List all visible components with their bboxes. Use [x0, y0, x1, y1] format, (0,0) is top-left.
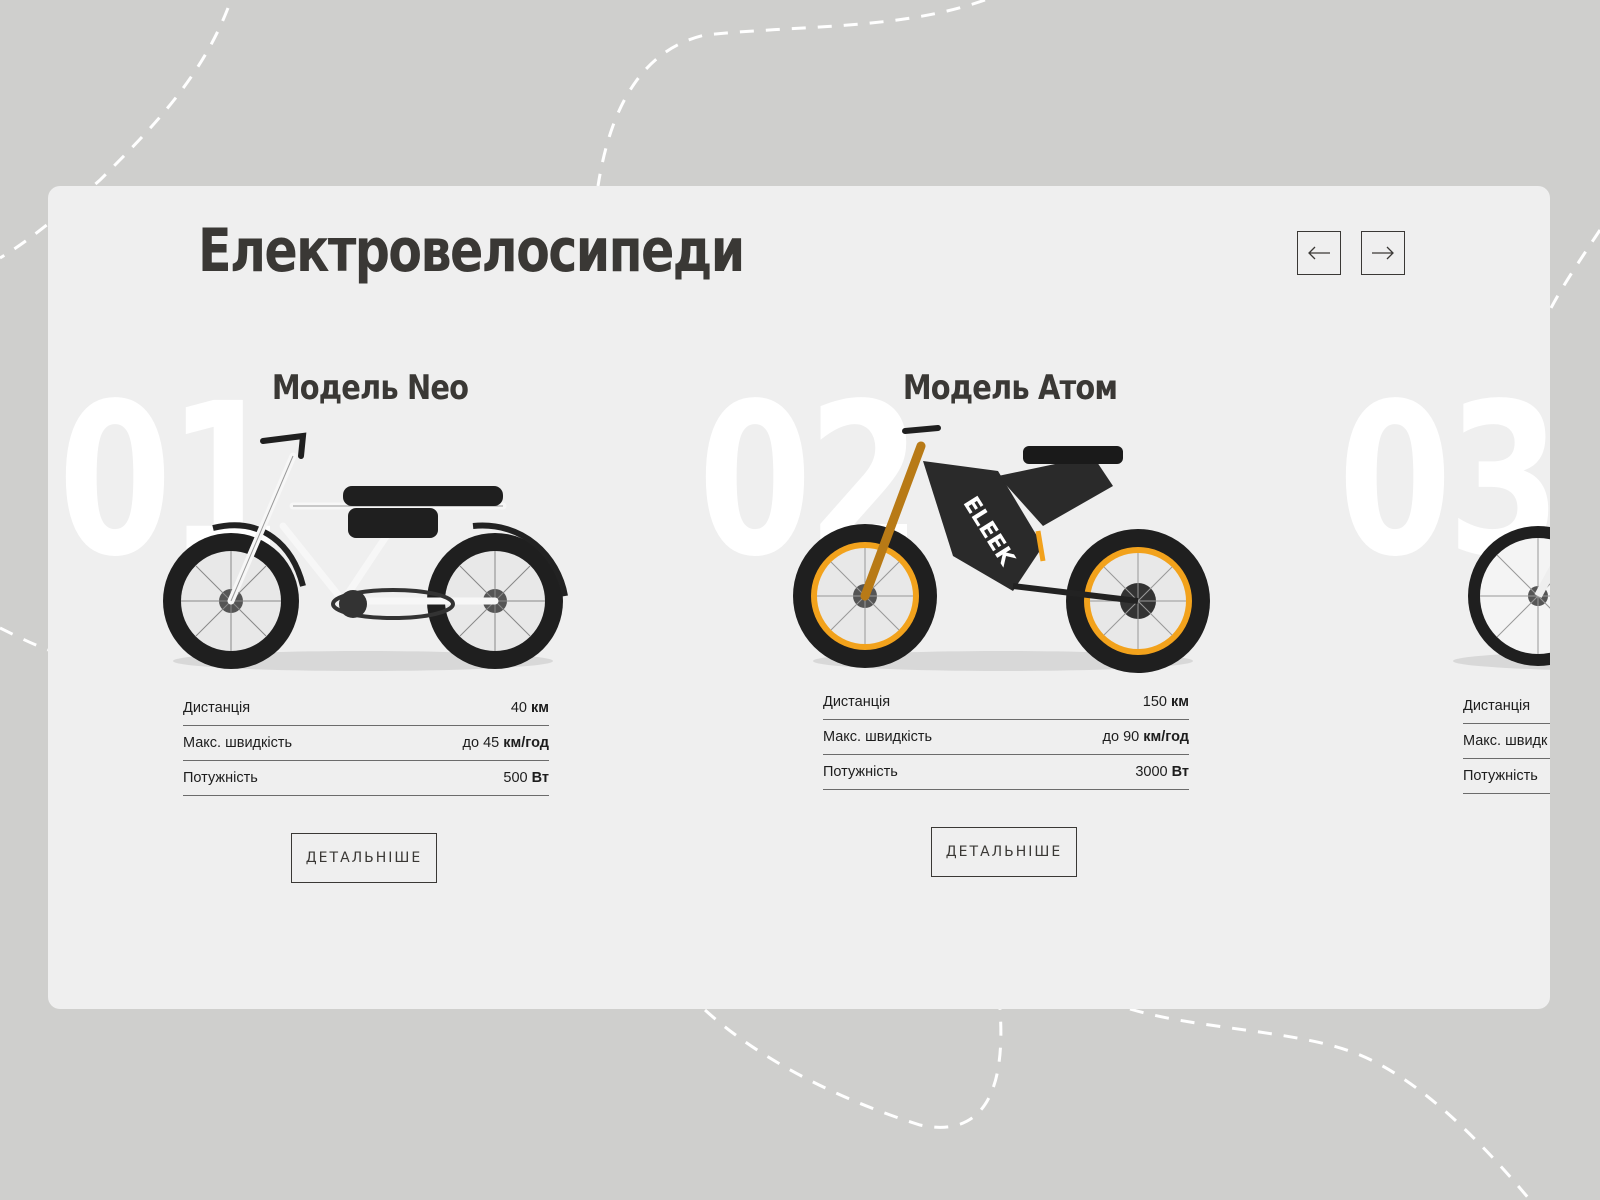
spec-table: Дистанція Макс. швидк Потужність: [1463, 689, 1550, 794]
spec-row-power: Потужність 3000 Вт: [823, 755, 1189, 790]
spec-value: 150: [1142, 694, 1167, 710]
spec-label: Макс. швидкість: [823, 729, 933, 745]
spec-unit: Вт: [1171, 764, 1189, 780]
arrow-right-icon: [1372, 246, 1394, 260]
spec-label: Потужність: [183, 770, 258, 786]
white-ebike-image[interactable]: [153, 416, 573, 676]
details-button[interactable]: ДЕТАЛЬНІШЕ: [931, 827, 1077, 877]
carousel-prev-button[interactable]: [1297, 231, 1341, 275]
spec-label: Макс. швидк: [1463, 733, 1548, 749]
spec-unit: Вт: [531, 770, 549, 786]
spec-unit: км: [1171, 694, 1189, 710]
spec-row-power: Потужність 500 Вт: [183, 761, 549, 796]
ebikes-carousel-panel: Електровелосипеди 01 Модель Neo Дистанці…: [48, 186, 1550, 1009]
card-title: М: [1480, 368, 1550, 408]
spec-row-power: Потужність: [1463, 759, 1550, 794]
spec-label: Дистанція: [183, 700, 251, 716]
white-mtb-ebike-image[interactable]: [1433, 416, 1550, 676]
spec-label: Макс. швидкість: [183, 735, 293, 751]
spec-unit: км/год: [503, 735, 549, 751]
model-card-atom: 02 Модель Атом ELEEK Дистанція 150 км Ма…: [688, 356, 1328, 916]
spec-value: до 90: [1102, 729, 1140, 745]
carousel-next-button[interactable]: [1361, 231, 1405, 275]
arrow-left-icon: [1308, 246, 1330, 260]
spec-label: Потужність: [823, 764, 898, 780]
spec-unit: км/год: [1143, 729, 1189, 745]
model-card-neo: 01 Модель Neo Дистанція 40 км Макс. швид…: [48, 356, 688, 916]
spec-value: до 45: [462, 735, 500, 751]
spec-row-distance: Дистанція: [1463, 689, 1550, 724]
model-card-3: 03 М Дистанція Макс. швидк Потужність: [1328, 356, 1550, 916]
spec-value: 500: [503, 770, 528, 786]
spec-unit: км: [531, 700, 549, 716]
spec-row-max-speed: Макс. швидк: [1463, 724, 1550, 759]
spec-row-max-speed: Макс. швидкість до 90 км/год: [823, 720, 1189, 755]
spec-label: Дистанція: [823, 694, 891, 710]
spec-table: Дистанція 150 км Макс. швидкість до 90 к…: [823, 685, 1189, 790]
spec-row-max-speed: Макс. швидкість до 45 км/год: [183, 726, 549, 761]
spec-label: Потужність: [1463, 768, 1538, 784]
spec-value: 40: [510, 700, 527, 716]
spec-table: Дистанція 40 км Макс. швидкість до 45 км…: [183, 691, 549, 796]
card-title: Модель Neo: [271, 368, 469, 408]
spec-row-distance: Дистанція 40 км: [183, 691, 549, 726]
black-ebike-eleek-image[interactable]: ELEEK: [793, 416, 1213, 676]
section-title: Електровелосипеди: [198, 216, 745, 286]
spec-value: 3000: [1135, 764, 1168, 780]
details-button[interactable]: ДЕТАЛЬНІШЕ: [291, 833, 437, 883]
spec-label: Дистанція: [1463, 698, 1531, 714]
spec-row-distance: Дистанція 150 км: [823, 685, 1189, 720]
card-title: Модель Атом: [902, 368, 1118, 408]
